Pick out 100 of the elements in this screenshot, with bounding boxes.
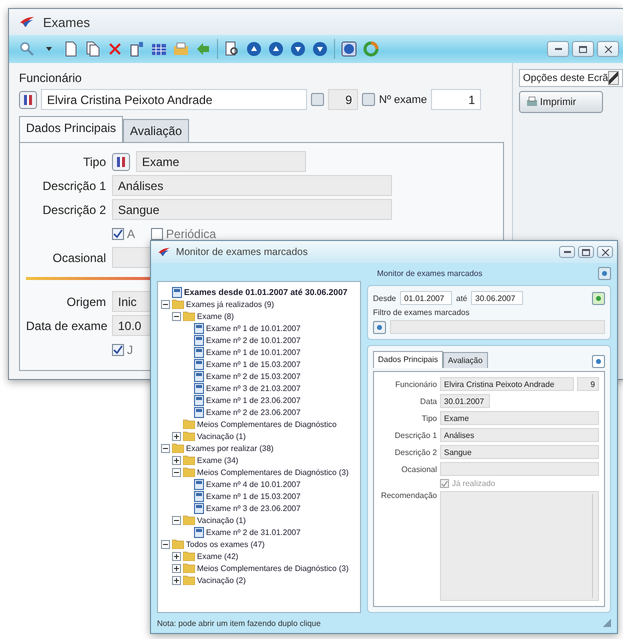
- checkbox-label: J: [127, 342, 133, 356]
- filter-picker-button[interactable]: [373, 320, 386, 334]
- checkbox[interactable]: [151, 228, 164, 240]
- field-label: Ocasional: [400, 464, 437, 474]
- expander-icon[interactable]: [172, 552, 181, 560]
- apply-button[interactable]: [592, 292, 605, 304]
- export-button[interactable]: [592, 355, 605, 368]
- document-icon: [194, 394, 204, 406]
- input-field[interactable]: Elvira Cristina Peixoto Andrade: [440, 377, 574, 391]
- checkbox[interactable]: [112, 344, 124, 356]
- input-field[interactable]: [440, 462, 599, 476]
- tree-item[interactable]: Vacinação (1): [197, 516, 246, 524]
- exam-number-label: Nº exame: [379, 94, 428, 106]
- field-label: Origem: [66, 294, 106, 308]
- expander-icon[interactable]: [161, 444, 170, 452]
- checkbox[interactable]: [440, 479, 449, 488]
- filter-label: Filtro de exames marcados: [373, 308, 470, 317]
- preview-icon[interactable]: [224, 41, 240, 57]
- from-date-field[interactable]: 01.01.2007: [400, 291, 452, 305]
- number-field[interactable]: 9: [577, 377, 599, 391]
- tree-item[interactable]: Exame nº 1 de 10.01.2007: [206, 348, 301, 356]
- checkbox-label: Já realizado: [452, 479, 496, 488]
- filter-field[interactable]: [390, 320, 605, 334]
- document-icon: [172, 286, 182, 298]
- tree-item[interactable]: Exame nº 2 de 23.06.2007: [206, 408, 301, 416]
- field-label: Ocasional: [52, 250, 106, 264]
- tree-item[interactable]: Exames por realizar (38): [186, 444, 274, 452]
- field-label: Data: [419, 396, 437, 406]
- document-icon: [194, 382, 204, 394]
- employee-name-field[interactable]: Elvira Cristina Peixoto Andrade: [41, 89, 307, 110]
- employee-picker-button[interactable]: [19, 90, 37, 108]
- close-button[interactable]: [597, 41, 619, 57]
- checkbox[interactable]: [112, 228, 124, 240]
- expander-icon[interactable]: [172, 516, 181, 524]
- field-label: Descrição 1: [42, 178, 106, 192]
- delete-icon[interactable]: [107, 41, 123, 57]
- close-button[interactable]: [597, 246, 613, 258]
- tab[interactable]: Avaliação: [443, 352, 488, 368]
- input-field[interactable]: Sangue: [112, 199, 392, 220]
- field-label: Recomendação: [380, 491, 437, 500]
- refresh-button[interactable]: [598, 267, 611, 280]
- tree-item[interactable]: Exame (42): [197, 552, 238, 560]
- to-date-field[interactable]: 30.06.2007: [471, 291, 524, 305]
- employee-label: Funcionário: [19, 71, 83, 85]
- tree-item[interactable]: Meios Complementares de Diagnóstico (3): [197, 468, 349, 476]
- tree-item[interactable]: Exame nº 1 de 15.03.2007: [206, 360, 301, 368]
- tree-item[interactable]: Exame nº 1 de 10.01.2007: [206, 324, 301, 332]
- tree-item[interactable]: Vacinação (2): [197, 576, 246, 584]
- field-label: Data de exame: [26, 318, 106, 332]
- document-icon: [194, 478, 204, 490]
- grid-icon[interactable]: [151, 41, 167, 57]
- date-field[interactable]: 30.01.2007: [440, 394, 490, 408]
- expander-icon[interactable]: [161, 300, 170, 308]
- doc-icon[interactable]: [63, 41, 79, 57]
- tree-item[interactable]: Meios Complementares de Diagnóstico (3): [197, 564, 349, 572]
- options-dropdown[interactable]: Opções deste Ecrã: [519, 69, 623, 87]
- tab[interactable]: Avaliação: [123, 119, 189, 142]
- expander-icon[interactable]: [172, 564, 181, 572]
- exam-number-field[interactable]: 1: [431, 89, 482, 110]
- tab[interactable]: Dados Principais: [373, 351, 444, 368]
- tree-item[interactable]: Exame nº 3 de 23.06.2007: [206, 504, 301, 512]
- tree-item[interactable]: Exame nº 2 de 10.01.2007: [206, 336, 301, 344]
- tree-item[interactable]: Exame nº 1 de 15.03.2007: [206, 492, 301, 500]
- tree-item[interactable]: Exame nº 2 de 31.01.2007: [206, 528, 301, 536]
- tree-item[interactable]: Exame nº 2 de 15.03.2007: [206, 372, 301, 380]
- print-button[interactable]: Imprimir: [519, 91, 603, 113]
- tree-item[interactable]: Exame (8): [197, 312, 234, 320]
- tree-item[interactable]: Meios Complementares de Diagnóstico: [197, 420, 337, 428]
- tree-item[interactable]: Exames desde 01.01.2007 até 30.06.2007: [184, 287, 348, 297]
- input-field[interactable]: Sangue: [440, 445, 599, 459]
- copy-icon[interactable]: [85, 41, 101, 57]
- tree-item[interactable]: Exame nº 4 de 10.01.2007: [206, 480, 301, 488]
- expander-icon[interactable]: [172, 312, 181, 320]
- expander-icon[interactable]: [172, 432, 181, 440]
- input-field[interactable]: Análises: [440, 428, 599, 442]
- field-label: Tipo: [82, 154, 106, 168]
- input-field[interactable]: Análises: [112, 175, 392, 196]
- tree-item[interactable]: Exames já realizados (9): [186, 300, 274, 308]
- printer-icon: [526, 96, 538, 108]
- expander-icon[interactable]: [172, 456, 181, 464]
- minimize-button[interactable]: [559, 246, 575, 258]
- tree-item[interactable]: Vacinação (1): [197, 432, 246, 440]
- expander-icon[interactable]: [172, 468, 181, 476]
- type-picker-button[interactable]: [112, 152, 130, 170]
- input-field[interactable]: Exame: [440, 411, 599, 425]
- tree-item[interactable]: Todos os exames (47): [186, 540, 265, 548]
- field-label: Descrição 2: [42, 202, 106, 216]
- maximize-button[interactable]: [578, 246, 594, 258]
- tree-item[interactable]: Exame (34): [197, 456, 238, 464]
- expander-icon[interactable]: [161, 540, 170, 548]
- tab[interactable]: Dados Principais: [19, 116, 124, 142]
- tree-item[interactable]: Exame nº 1 de 23.06.2007: [206, 396, 301, 404]
- expander-icon[interactable]: [172, 576, 181, 584]
- panel-header: Monitor de exames marcados: [377, 269, 482, 278]
- tree-item[interactable]: Exame nº 3 de 21.03.2007: [206, 384, 301, 392]
- minimize-button[interactable]: [547, 41, 569, 57]
- input-field[interactable]: Exame: [136, 151, 306, 172]
- maximize-button[interactable]: [572, 41, 594, 57]
- checkbox-label: Periódica: [166, 226, 216, 240]
- document-icon: [194, 334, 204, 346]
